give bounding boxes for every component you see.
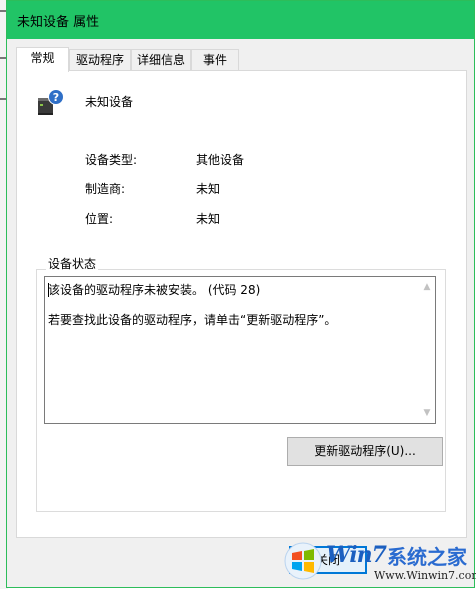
window-title: 未知设备 属性 bbox=[17, 15, 100, 30]
location-value: 未知 bbox=[196, 212, 221, 226]
tab-general[interactable]: 常规 bbox=[16, 47, 69, 72]
scroll-down-arrow-icon[interactable]: ▼ bbox=[421, 407, 433, 419]
device-status-title: 设备状态 bbox=[46, 255, 99, 272]
update-driver-button[interactable]: 更新驱动程序(U)... bbox=[287, 437, 443, 466]
location-label: 位置: bbox=[85, 212, 114, 226]
scroll-up-arrow-icon[interactable]: ▲ bbox=[421, 281, 433, 293]
tab-driver[interactable]: 驱动程序 bbox=[69, 49, 131, 71]
manufacturer-label: 制造商: bbox=[85, 182, 126, 196]
device-status-textbox[interactable]: 该设备的驱动程序未被安装。 (代码 28) 若要查找此设备的驱动程序，请单击“更… bbox=[44, 276, 436, 424]
properties-dialog: 未知设备 属性 常规 驱动程序 详细信息 事件 ? 未知设备 设备类型: 其他设… bbox=[6, 0, 475, 588]
svg-text:?: ? bbox=[53, 91, 59, 104]
status-line-1: 该设备的驱动程序未被安装。 (代码 28) bbox=[48, 283, 261, 297]
device-name: 未知设备 bbox=[85, 95, 134, 109]
device-type-value: 其他设备 bbox=[196, 153, 245, 167]
unknown-device-icon: ? bbox=[38, 89, 64, 115]
manufacturer-value: 未知 bbox=[196, 182, 221, 196]
device-type-label: 设备类型: bbox=[85, 153, 138, 167]
general-tab-panel: ? 未知设备 设备类型: 其他设备 制造商: 未知 位置: 未知 设备状态 该设… bbox=[16, 70, 467, 538]
close-button[interactable]: 关闭 bbox=[289, 546, 367, 574]
status-line-2: 若要查找此设备的驱动程序，请单击“更新驱动程序”。 bbox=[48, 313, 337, 327]
tab-details[interactable]: 详细信息 bbox=[131, 49, 191, 71]
title-bar[interactable]: 未知设备 属性 bbox=[7, 1, 474, 39]
tab-events[interactable]: 事件 bbox=[191, 49, 239, 71]
